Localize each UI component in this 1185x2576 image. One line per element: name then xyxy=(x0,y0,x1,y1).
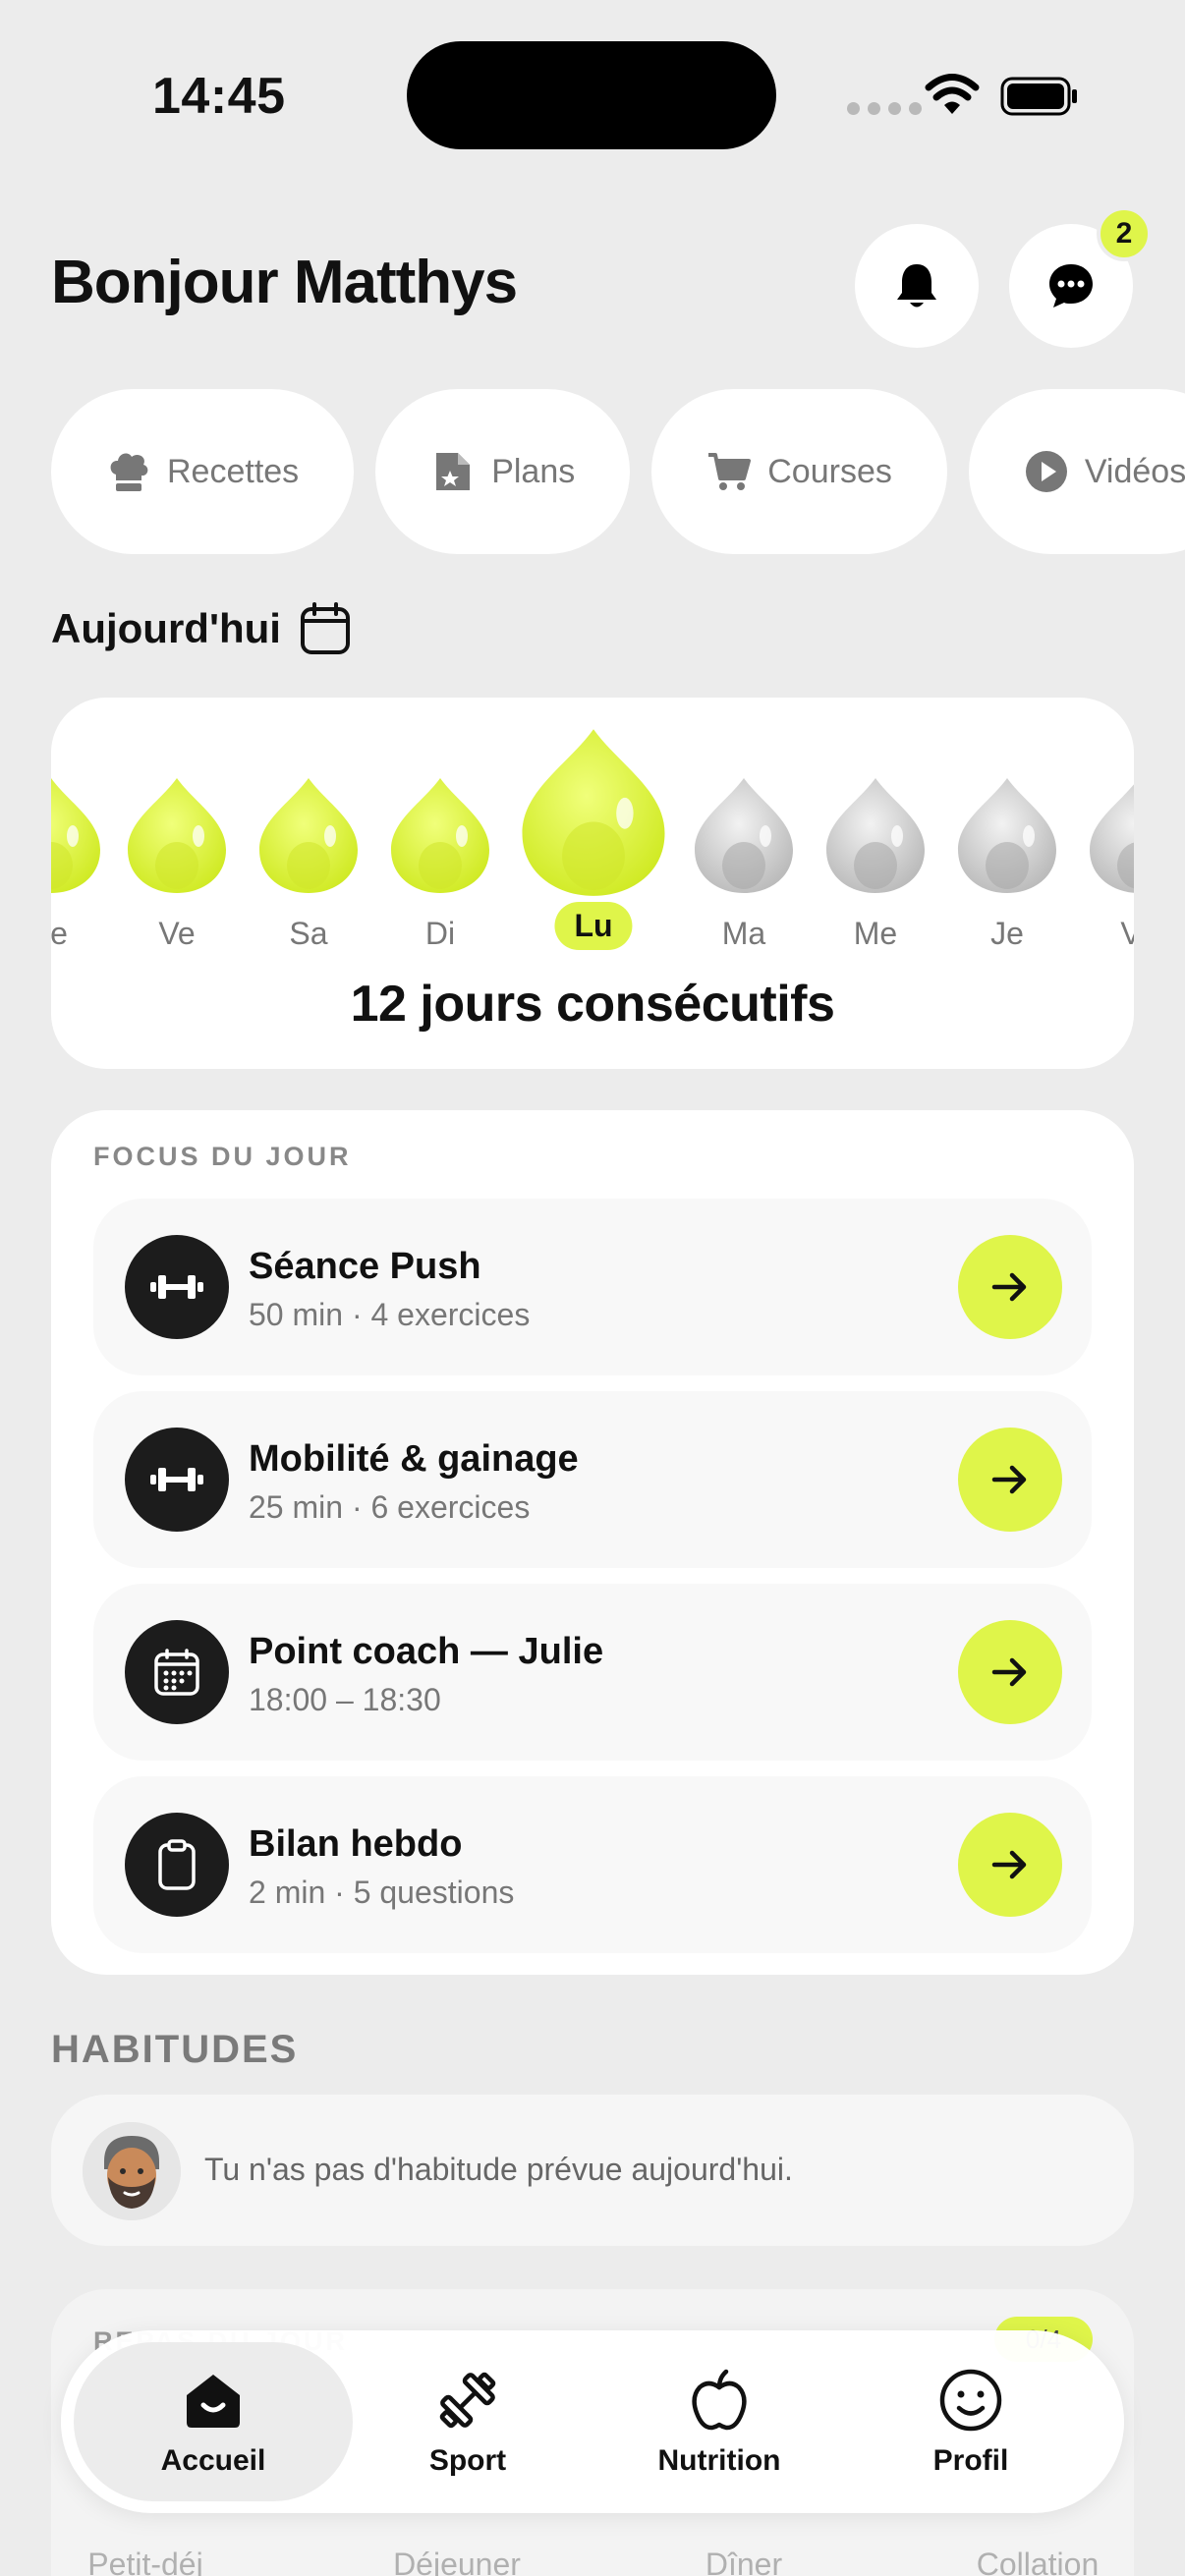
task-item[interactable]: Mobilité & gainage 25 min · 6 exercices xyxy=(93,1391,1092,1568)
meal-label[interactable]: Dîner xyxy=(705,2547,782,2576)
today-title: Aujourd'hui xyxy=(51,605,281,651)
day-label: Sa xyxy=(289,916,328,951)
tab-sport[interactable]: Sport xyxy=(328,2342,607,2501)
day-label: Di xyxy=(424,916,456,951)
chip-plans[interactable]: Plans xyxy=(375,389,631,554)
calendar-icon xyxy=(125,1620,229,1724)
arrow-right-icon xyxy=(991,1850,1027,1879)
arrow-right-icon xyxy=(991,1272,1027,1302)
signal-icon xyxy=(847,102,922,115)
smiley-icon xyxy=(939,2369,1002,2432)
tab-nutrition[interactable]: Nutrition xyxy=(580,2342,859,2501)
day-label: Ve xyxy=(1120,916,1134,951)
chat-icon xyxy=(1049,264,1093,308)
streak-flame-done xyxy=(391,778,489,893)
quick-links: Recettes Plans Courses Vidéos xyxy=(51,389,1185,554)
status-time: 14:45 xyxy=(152,68,286,125)
task-item[interactable]: Point coach — Julie 18:00 – 18:30 xyxy=(93,1584,1092,1761)
chip-label: Vidéos xyxy=(1084,452,1185,490)
meal-label[interactable]: Collation xyxy=(977,2547,1100,2576)
dumbbell-icon xyxy=(125,1428,229,1532)
chip-videos[interactable]: Vidéos xyxy=(968,389,1185,554)
chip-label: Recettes xyxy=(167,452,300,490)
notifications-button[interactable] xyxy=(855,224,979,348)
chip-recettes[interactable]: Recettes xyxy=(51,389,355,554)
streak-flame-pending xyxy=(1090,784,1134,893)
day-label: Ma xyxy=(721,916,766,951)
task-name: Séance Push xyxy=(249,1246,481,1287)
coach-avatar xyxy=(83,2122,181,2220)
streak-count: 12 jours consécutifs xyxy=(350,976,835,1033)
apple-icon xyxy=(692,2369,747,2431)
streak-flame-pending xyxy=(826,778,925,893)
task-open-button[interactable] xyxy=(958,1813,1062,1917)
tab-bar: Accueil Sport Nutrition Profil xyxy=(61,2330,1124,2513)
dumbbell-icon xyxy=(125,1235,229,1339)
focus-title: FOCUS DU JOUR xyxy=(93,1142,352,1171)
tab-label: Nutrition xyxy=(657,2444,781,2477)
page-title: Bonjour Matthys xyxy=(51,249,518,316)
home-icon xyxy=(187,2375,240,2428)
day-label: Lu xyxy=(554,902,633,950)
arrow-right-icon xyxy=(991,1657,1027,1687)
habits-empty-message: Tu n'as pas d'habitude prévue aujourd'hu… xyxy=(204,2152,793,2187)
chip-label: Plans xyxy=(491,452,576,490)
dynamic-island xyxy=(407,41,776,149)
focus-card: FOCUS DU JOUR Séance Push 50 min · 4 exe… xyxy=(51,1110,1134,1975)
day-label: Je xyxy=(51,916,68,951)
streak-flame-done xyxy=(259,778,358,893)
streak-flame-pending xyxy=(695,778,793,893)
streak-flame-today xyxy=(522,729,665,896)
task-open-button[interactable] xyxy=(958,1428,1062,1532)
day-label: Je xyxy=(990,916,1024,951)
dumbbell-icon xyxy=(439,2372,496,2429)
habits-title: HABITUDES xyxy=(51,2028,299,2071)
task-detail: 2 min · 5 questions xyxy=(249,1875,515,1910)
task-open-button[interactable] xyxy=(958,1620,1062,1724)
calendar-icon[interactable] xyxy=(299,601,352,656)
tab-label: Accueil xyxy=(160,2444,266,2477)
clipboard-icon xyxy=(125,1813,229,1917)
task-open-button[interactable] xyxy=(958,1235,1062,1339)
task-item[interactable]: Séance Push 50 min · 4 exercices xyxy=(93,1199,1092,1375)
streak-flame-done xyxy=(51,778,100,893)
tab-label: Sport xyxy=(428,2444,507,2477)
bell-icon xyxy=(897,264,936,308)
tab-label: Profil xyxy=(932,2444,1009,2477)
task-detail: 25 min · 6 exercices xyxy=(249,1489,531,1525)
chip-courses[interactable]: Courses xyxy=(651,389,947,554)
day-label: Ve xyxy=(158,916,196,951)
task-name: Mobilité & gainage xyxy=(249,1438,579,1480)
task-detail: 50 min · 4 exercices xyxy=(249,1297,531,1332)
meal-label[interactable]: Déjeuner xyxy=(393,2547,521,2576)
streak-flame-done xyxy=(128,778,226,893)
messages-badge: 2 xyxy=(1097,206,1152,261)
battery-icon xyxy=(1000,77,1077,116)
tab-accueil[interactable]: Accueil xyxy=(74,2342,353,2501)
habits-card: Tu n'as pas d'habitude prévue aujourd'hu… xyxy=(51,2095,1134,2246)
streak-flame-pending xyxy=(958,778,1056,893)
day-label: Me xyxy=(853,916,898,951)
arrow-right-icon xyxy=(991,1465,1027,1494)
play-icon xyxy=(1024,449,1069,494)
tab-profil[interactable]: Profil xyxy=(831,2342,1110,2501)
wifi-icon xyxy=(925,74,980,114)
task-item[interactable]: Bilan hebdo 2 min · 5 questions xyxy=(93,1776,1092,1953)
chef-hat-icon xyxy=(106,449,151,494)
cart-icon xyxy=(706,449,752,494)
task-detail: 18:00 – 18:30 xyxy=(249,1682,441,1717)
today-heading: Aujourd'hui xyxy=(51,601,352,656)
task-name: Bilan hebdo xyxy=(249,1823,463,1865)
meal-label[interactable]: Petit-déj xyxy=(87,2547,202,2576)
task-name: Point coach — Julie xyxy=(249,1631,604,1672)
document-star-icon xyxy=(430,449,476,494)
streak-card: Je Ve Sa Di Lu Ma Me Je Ve 12 jours consécutifs xyxy=(51,698,1134,1069)
chip-label: Courses xyxy=(767,452,892,490)
